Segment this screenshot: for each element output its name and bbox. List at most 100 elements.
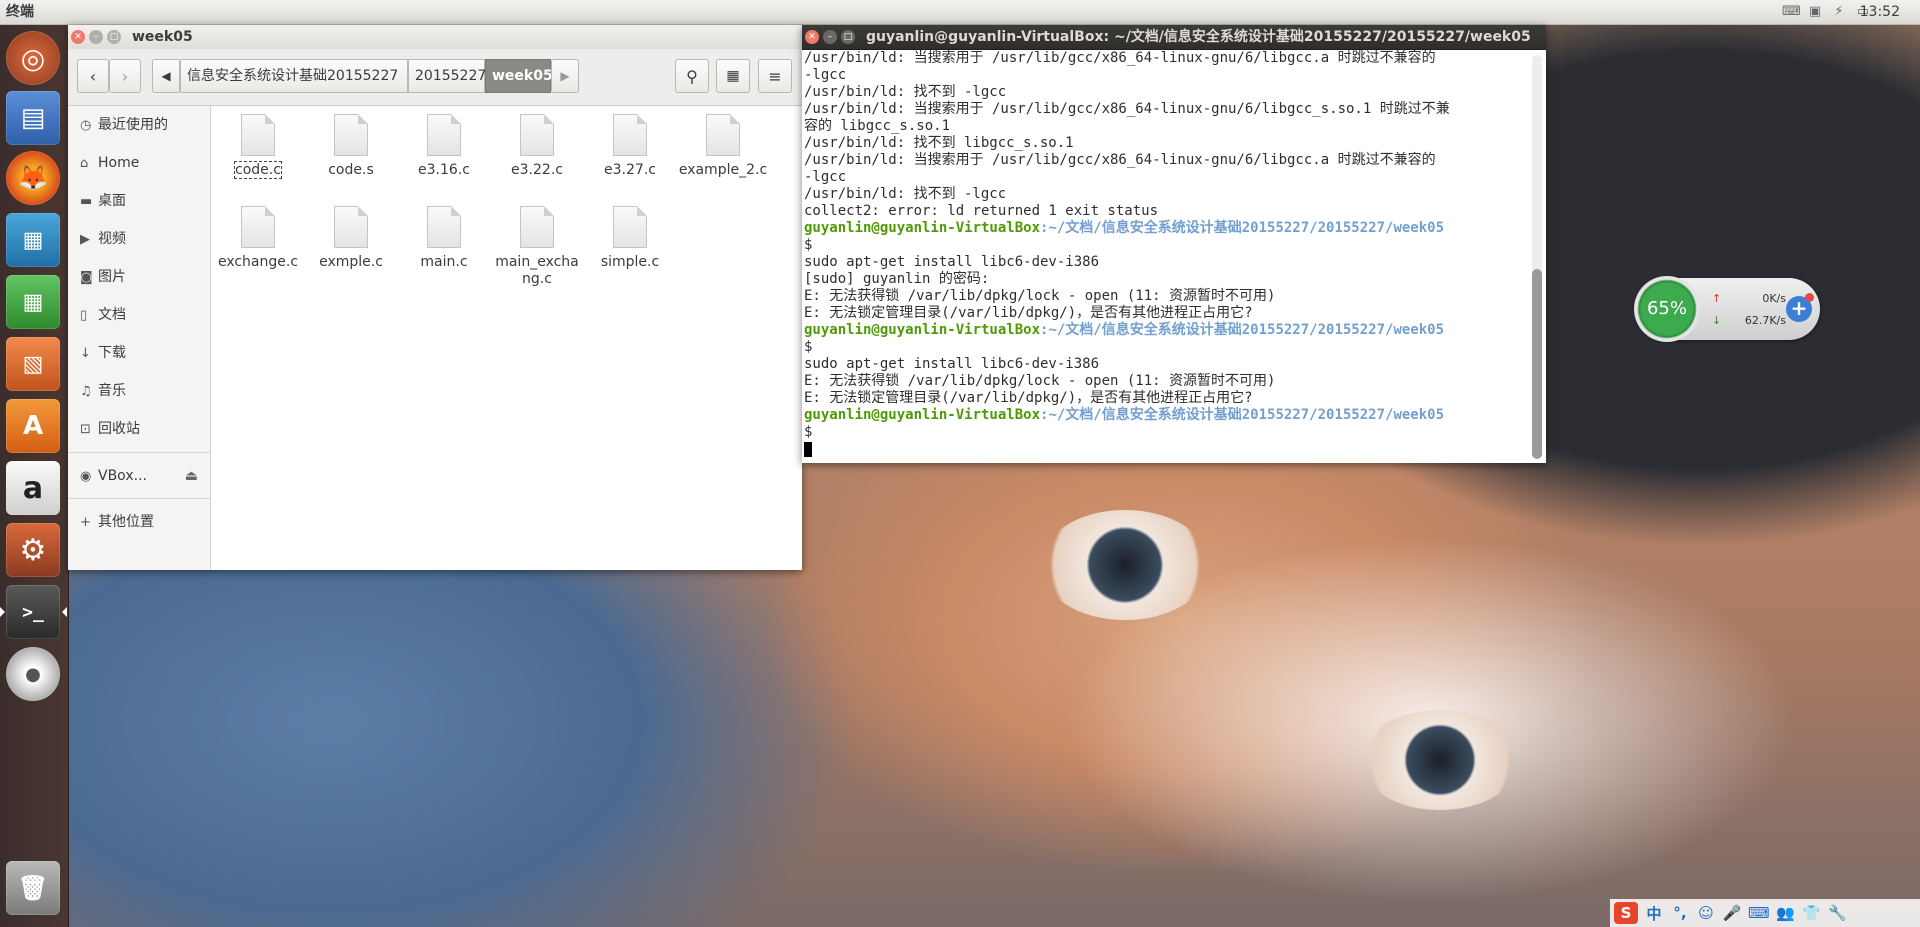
files-window-title: week05 [132, 29, 193, 45]
terminal-output[interactable]: /usr/bin/ld: 当搜索用于 /usr/lib/gcc/x86_64-l… [804, 50, 1526, 463]
emoji-icon[interactable]: ☺ [1696, 904, 1716, 922]
file-item[interactable]: exchange.c [213, 206, 303, 271]
file-item[interactable]: e3.22.c [492, 114, 582, 179]
sidebar-item-trash[interactable]: ⊡ 回收站 [80, 418, 140, 440]
sidebar-item-label: 桌面 [98, 193, 126, 209]
launcher-ubuntu-dash[interactable]: ◎ [6, 31, 60, 85]
terminal-line: E: 无法获得锁 /var/lib/dpkg/lock - open (11: … [804, 288, 1276, 304]
breadcrumb-item-course[interactable]: 信息安全系统设计基础20155227 [180, 59, 408, 93]
battery-icon[interactable]: ⚡ [1830, 4, 1848, 20]
file-item[interactable]: code.s [306, 114, 396, 179]
input-method-toolbar: S 中 °, ☺ 🎤 ⌨ 👥 👕 🔧 [1610, 899, 1920, 927]
keyboard-icon[interactable]: ⌨ [1782, 4, 1801, 20]
terminal-scrollbar[interactable] [1532, 55, 1542, 459]
sidebar-item-downloads[interactable]: ↓ 下载 [80, 342, 126, 364]
terminal-close-button[interactable]: ✕ [805, 30, 819, 44]
launcher-terminal[interactable]: >_ [0, 585, 67, 639]
back-button[interactable]: ‹ [77, 59, 109, 93]
terminal-minimize-button[interactable]: – [823, 30, 837, 44]
file-item[interactable]: e3.27.c [585, 114, 675, 179]
sidebar-item-music[interactable]: ♫ 音乐 [80, 380, 126, 402]
files-close-button[interactable]: ✕ [71, 30, 85, 44]
file-item[interactable]: exmple.c [306, 206, 396, 271]
network-icon[interactable]: ▣ [1806, 4, 1824, 20]
file-item[interactable]: example_2.c [678, 114, 768, 179]
sogou-logo-icon[interactable]: S [1614, 902, 1638, 924]
launcher-draw[interactable]: ▧ [6, 337, 60, 391]
punctuation-toggle[interactable]: °, [1670, 904, 1690, 922]
launcher-trash[interactable]: 🗑 [6, 861, 60, 915]
plus-icon: + [80, 515, 91, 530]
sidebar-item-recent[interactable]: ◷ 最近使用的 [80, 114, 168, 136]
sidebar-item-vbox[interactable]: ◉ VBox... ⏏ [80, 465, 198, 487]
file-item[interactable]: code.c [213, 114, 303, 179]
file-item[interactable]: main_exchang.c [492, 206, 582, 288]
launcher-dvd[interactable]: ● [6, 647, 60, 701]
files-maximize-button[interactable]: □ [107, 30, 121, 44]
launcher-impress[interactable]: ▦ [6, 213, 60, 267]
text-file-icon [427, 206, 461, 248]
launcher: ◎ ▤ 🦊 ▦ ▦ ▧ A a ⚙ >_ ● 🗑 [0, 25, 69, 927]
terminal-maximize-button[interactable]: □ [841, 30, 855, 44]
launcher-amazon[interactable]: a [6, 461, 60, 515]
wrench-icon[interactable]: 🔧 [1828, 904, 1848, 922]
sidebar-item-documents[interactable]: ▯ 文档 [80, 304, 126, 326]
forward-button[interactable]: › [109, 59, 141, 93]
terminal-prompt-line: guyanlin@guyanlin-VirtualBox:~/文档/信息安全系统… [804, 220, 1526, 237]
microphone-icon[interactable]: 🎤 [1722, 904, 1742, 922]
text-file-icon [613, 206, 647, 248]
breadcrumb-item-id[interactable]: 20155227 [408, 59, 486, 93]
calc-icon: ▦ [22, 289, 44, 315]
file-name: simple.c [600, 254, 660, 270]
file-name: example_2.c [678, 162, 768, 178]
sidebar-divider [68, 452, 210, 453]
text-file-icon [706, 114, 740, 156]
file-item[interactable]: simple.c [585, 206, 675, 271]
terminal-titlebar: ✕ – □ guyanlin@guyanlin-VirtualBox: ~/文档… [802, 25, 1546, 50]
file-item[interactable]: e3.16.c [399, 114, 489, 179]
file-item[interactable]: main.c [399, 206, 489, 271]
speedup-plus-button[interactable]: + [1786, 293, 1814, 322]
breadcrumb-item-current[interactable]: week05 [485, 59, 553, 93]
users-icon[interactable]: 👥 [1776, 904, 1796, 922]
breadcrumb-scroll-left[interactable]: ◀ [152, 59, 180, 93]
view-grid-button[interactable]: ▦ [716, 59, 750, 93]
sidebar-item-label: 回收站 [98, 421, 140, 437]
breadcrumb-scroll-right[interactable]: ▶ [551, 59, 579, 93]
sidebar-item-label: Home [98, 155, 140, 171]
eject-icon[interactable]: ⏏ [185, 465, 198, 487]
launcher-firefox[interactable]: 🦊 [6, 151, 60, 205]
terminal-prompt-line: guyanlin@guyanlin-VirtualBox:~/文档/信息安全系统… [804, 322, 1526, 339]
menu-button[interactable]: ≡ [758, 59, 792, 93]
skin-shirt-icon[interactable]: 👕 [1802, 904, 1822, 922]
clock[interactable]: 13:52 [1860, 0, 1900, 24]
file-name: e3.22.c [511, 162, 563, 178]
launcher-software-center[interactable]: A [6, 399, 60, 453]
top-panel: 终端 ⌨ ▣ ⚡ ▭ 13:52 [0, 0, 1920, 25]
keyboard-icon[interactable]: ⌨ [1748, 904, 1770, 922]
terminal-line: collect2: error: ld returned 1 exit stat… [804, 203, 1159, 219]
ubuntu-logo-icon: ◎ [20, 41, 46, 75]
search-button[interactable]: ⚲ [675, 59, 709, 93]
sidebar-item-videos[interactable]: ▶ 视频 [80, 228, 126, 250]
file-name: e3.16.c [418, 162, 470, 178]
terminal-scrollbar-thumb[interactable] [1532, 269, 1542, 459]
sidebar-item-pictures[interactable]: ◙ 图片 [80, 266, 126, 288]
launcher-files[interactable]: ▤ [6, 91, 60, 145]
sidebar-item-desktop[interactable]: ▬ 桌面 [80, 190, 126, 212]
sidebar-item-other-locations[interactable]: + 其他位置 [80, 511, 154, 533]
files-window: ✕ – □ week05 ‹ › ◀ 信息安全系统设计基础20155227 20… [68, 25, 802, 570]
launcher-system-settings[interactable]: ⚙ [6, 523, 60, 577]
terminal-line: [sudo] guyanlin 的密码: [804, 271, 990, 287]
terminal-line: 容的 libgcc_s.so.1 [804, 118, 951, 134]
chinese-mode-toggle[interactable]: 中 [1644, 903, 1664, 924]
file-name: main.c [420, 254, 468, 270]
files-minimize-button[interactable]: – [89, 30, 103, 44]
sidebar-item-home[interactable]: ⌂ Home [80, 152, 139, 174]
terminal-window: ✕ – □ guyanlin@guyanlin-VirtualBox: ~/文档… [802, 25, 1546, 463]
search-icon: ⚲ [686, 66, 698, 86]
launcher-calc[interactable]: ▦ [6, 275, 60, 329]
network-speed-widget[interactable]: 65% ↑ 0K/s ↓ 62.7K/s + [1634, 276, 1820, 342]
upload-speed-value: 0K/s [1762, 292, 1786, 305]
memory-usage-gauge[interactable]: 65% [1634, 276, 1700, 342]
